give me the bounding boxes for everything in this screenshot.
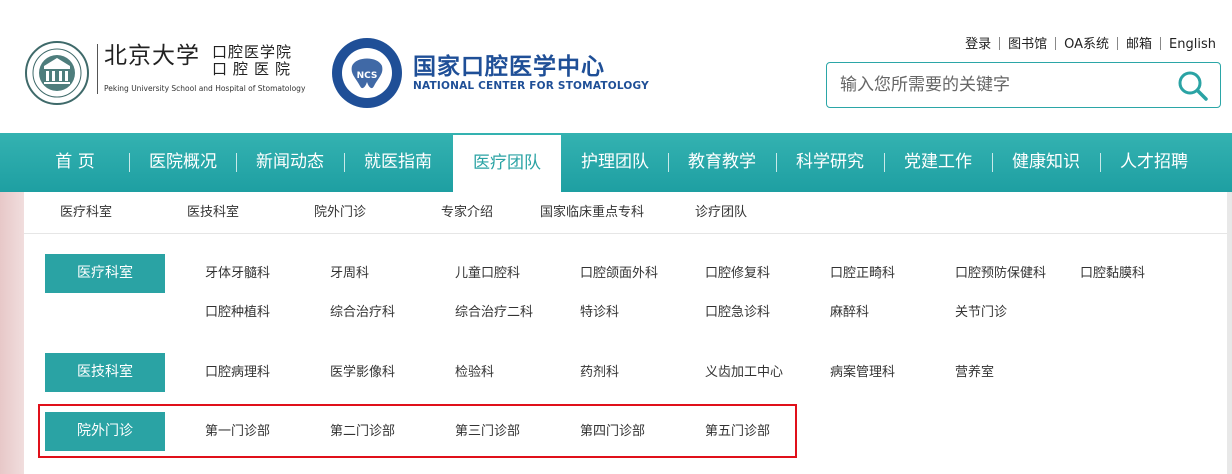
ncs-name: 国家口腔医学中心 bbox=[413, 54, 605, 80]
subnav-key-specialties[interactable]: 国家临床重点专科 bbox=[540, 192, 644, 234]
subnav-medical-departments[interactable]: 医疗科室 bbox=[60, 192, 112, 234]
dept-link[interactable]: 病案管理科 bbox=[830, 363, 895, 383]
ncs-english-name: NATIONAL CENTER FOR STOMATOLOGY bbox=[413, 80, 649, 92]
subnav-medical-tech-departments[interactable]: 医技科室 bbox=[187, 192, 239, 234]
nav-education[interactable]: 教育教学 bbox=[677, 133, 767, 192]
pku-english-name: Peking University School and Hospital of… bbox=[104, 84, 306, 93]
nav-separator bbox=[129, 153, 130, 172]
dept-link[interactable]: 营养室 bbox=[955, 363, 994, 383]
nav-separator bbox=[884, 153, 885, 172]
dept-link[interactable]: 口腔正畸科 bbox=[830, 264, 895, 284]
subnav-treatment-teams[interactable]: 诊疗团队 bbox=[695, 192, 747, 234]
dept-link[interactable]: 药剂科 bbox=[580, 363, 619, 383]
dept-link[interactable]: 口腔黏膜科 bbox=[1080, 264, 1145, 284]
dept-link[interactable]: 口腔预防保健科 bbox=[955, 264, 1046, 284]
english-link[interactable]: English bbox=[1169, 37, 1216, 52]
link-separator bbox=[1160, 37, 1162, 50]
nav-health-knowledge[interactable]: 健康知识 bbox=[1001, 133, 1091, 192]
oa-system-link[interactable]: OA系统 bbox=[1064, 37, 1109, 52]
pku-logo-icon[interactable] bbox=[24, 40, 90, 106]
pku-name: 北京大学 bbox=[104, 43, 200, 69]
subnav-expert-intro[interactable]: 专家介绍 bbox=[441, 192, 493, 234]
mailbox-link[interactable]: 邮箱 bbox=[1126, 37, 1152, 52]
red-highlight-box bbox=[38, 404, 797, 458]
ncs-badge-text: NCS bbox=[357, 71, 378, 81]
category-medical-tech-departments[interactable]: 医技科室 bbox=[45, 353, 165, 392]
nav-separator bbox=[668, 153, 669, 172]
nav-research[interactable]: 科学研究 bbox=[785, 133, 875, 192]
dropdown-panel: 医疗科室 医技科室 院外门诊 专家介绍 国家临床重点专科 诊疗团队 医疗科室 牙… bbox=[24, 192, 1227, 474]
nav-news[interactable]: 新闻动态 bbox=[245, 133, 335, 192]
nav-hospital-overview[interactable]: 医院概况 bbox=[138, 133, 228, 192]
dept-link[interactable]: 儿童口腔科 bbox=[455, 264, 520, 284]
dept-link[interactable]: 检验科 bbox=[455, 363, 494, 383]
nav-separator bbox=[776, 153, 777, 172]
dept-link[interactable]: 医学影像科 bbox=[330, 363, 395, 383]
dept-link[interactable]: 特诊科 bbox=[580, 303, 619, 323]
dept-link[interactable]: 牙体牙髓科 bbox=[205, 264, 270, 284]
link-separator bbox=[1117, 37, 1119, 50]
nav-nursing-team[interactable]: 护理团队 bbox=[570, 133, 660, 192]
search-box bbox=[826, 62, 1221, 108]
dept-link[interactable]: 义齿加工中心 bbox=[705, 363, 783, 383]
logo-divider bbox=[97, 44, 98, 94]
nav-separator bbox=[992, 153, 993, 172]
category-medical-departments[interactable]: 医疗科室 bbox=[45, 254, 165, 293]
search-icon[interactable] bbox=[1176, 69, 1210, 103]
dept-link[interactable]: 综合治疗二科 bbox=[455, 303, 533, 323]
dept-link[interactable]: 口腔种植科 bbox=[205, 303, 270, 323]
subnav-outpatient-clinics[interactable]: 院外门诊 bbox=[314, 192, 366, 234]
main-nav: 首 页 医院概况 新闻动态 就医指南 医疗团队 护理团队 教育教学 科学研究 党… bbox=[0, 133, 1232, 192]
pku-dept-name: 口腔医学院 口腔医院 bbox=[212, 44, 322, 78]
nav-medical-team[interactable]: 医疗团队 bbox=[453, 135, 561, 192]
nav-recruitment[interactable]: 人才招聘 bbox=[1109, 133, 1199, 192]
dept-link[interactable]: 关节门诊 bbox=[955, 303, 1007, 323]
link-separator bbox=[999, 37, 1001, 50]
dept-link[interactable]: 口腔颌面外科 bbox=[580, 264, 658, 284]
ncs-logo-icon[interactable]: NCS bbox=[330, 36, 404, 110]
library-link[interactable]: 图书馆 bbox=[1008, 37, 1047, 52]
nav-separator bbox=[344, 153, 345, 172]
nav-medical-guide[interactable]: 就医指南 bbox=[353, 133, 443, 192]
nav-party-building[interactable]: 党建工作 bbox=[893, 133, 983, 192]
pku-dept-line2: 口腔医院 bbox=[212, 60, 297, 78]
dept-link[interactable]: 综合治疗科 bbox=[330, 303, 395, 323]
dept-link[interactable]: 牙周科 bbox=[330, 264, 369, 284]
dept-link[interactable]: 麻醉科 bbox=[830, 303, 869, 323]
site-header: 北京大学 口腔医学院 口腔医院 Peking University School… bbox=[0, 0, 1232, 133]
nav-home[interactable]: 首 页 bbox=[30, 133, 120, 192]
dept-link[interactable]: 口腔修复科 bbox=[705, 264, 770, 284]
dept-link[interactable]: 口腔急诊科 bbox=[705, 303, 770, 323]
top-links: 登录 图书馆 OA系统 邮箱 English bbox=[965, 33, 1216, 52]
dept-link[interactable]: 口腔病理科 bbox=[205, 363, 270, 383]
nav-separator bbox=[236, 153, 237, 172]
pku-dept-line1: 口腔医学院 bbox=[212, 43, 293, 61]
dropdown-subnav: 医疗科室 医技科室 院外门诊 专家介绍 国家临床重点专科 诊疗团队 bbox=[24, 192, 1227, 234]
search-input[interactable] bbox=[827, 63, 1157, 107]
login-link[interactable]: 登录 bbox=[965, 37, 991, 52]
link-separator bbox=[1055, 37, 1057, 50]
nav-separator bbox=[1100, 153, 1101, 172]
